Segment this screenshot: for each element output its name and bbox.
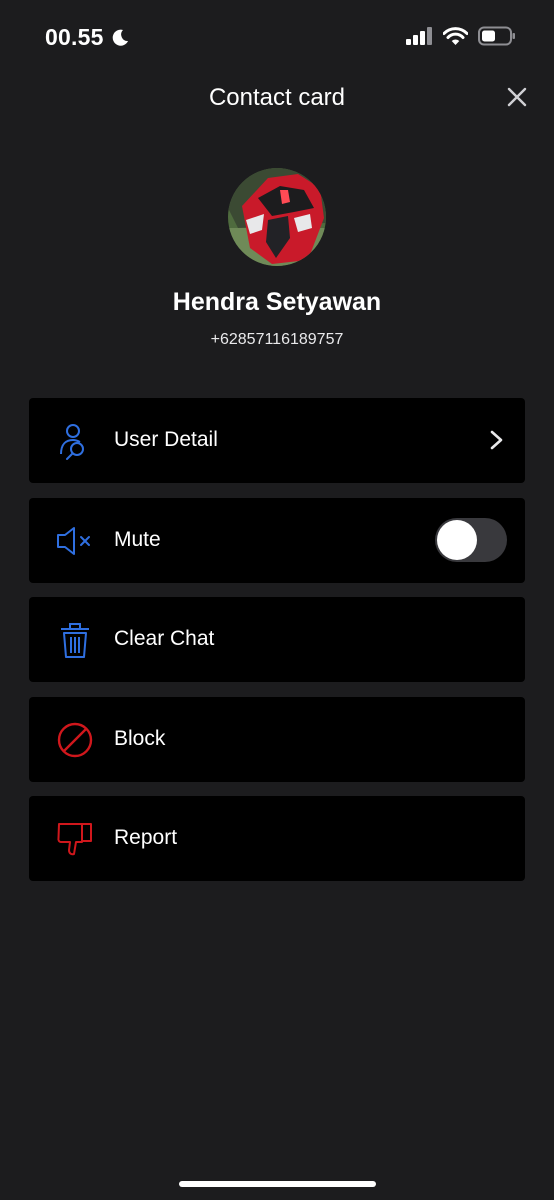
mute-toggle[interactable]: [435, 517, 507, 562]
trash-icon: [61, 623, 89, 658]
battery-icon: [478, 26, 515, 46]
report-label: Report: [114, 826, 178, 849]
report-row[interactable]: Report: [29, 796, 525, 881]
home-indicator[interactable]: [179, 1181, 376, 1187]
status-time-text: 00.55: [45, 24, 104, 50]
block-label: Block: [114, 726, 166, 750]
avatar-image: [228, 168, 326, 266]
page-title: Contact card: [208, 84, 346, 111]
contact-phone: +62857116189757: [210, 331, 344, 348]
thumbs-down-icon: [57, 823, 92, 856]
user-detail-row[interactable]: User Detail: [29, 398, 525, 483]
contact-name: Hendra Setyawan: [172, 288, 382, 316]
mute-toggle-knob: [437, 519, 477, 560]
clear-chat-label: Clear Chat: [114, 627, 215, 650]
chevron-right-icon: [490, 430, 503, 450]
mute-row: Mute: [29, 497, 525, 583]
clear-chat-row[interactable]: Clear Chat: [29, 597, 525, 682]
mute-label: Mute: [114, 527, 161, 551]
block-icon: [57, 722, 93, 757]
speaker-muted-icon: [57, 526, 90, 555]
user-search-icon: [60, 424, 84, 460]
status-time: 00.55: [45, 24, 130, 51]
header: Contact card: [0, 76, 554, 120]
system-icons: [406, 26, 516, 46]
status-bar: 00.55: [0, 0, 554, 70]
cellular-signal-icon: [406, 27, 432, 45]
user-detail-label: User Detail: [114, 428, 218, 451]
close-icon[interactable]: [506, 86, 528, 108]
avatar[interactable]: [228, 168, 326, 266]
block-row[interactable]: Block: [29, 696, 525, 782]
wifi-icon: [443, 26, 468, 45]
contact-options-list: User Detail Mute Clear Chat Block Report: [29, 398, 525, 896]
moon-icon: [112, 29, 128, 46]
